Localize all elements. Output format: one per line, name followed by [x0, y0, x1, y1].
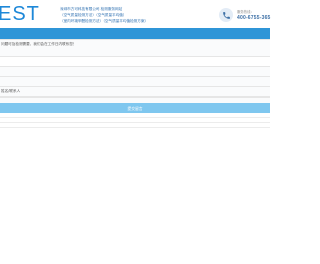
- company-text: 姓名/联系人: [1, 89, 21, 93]
- phone-icon-glyph: [222, 11, 230, 19]
- form-divider: [0, 127, 270, 128]
- nav-bar: [0, 28, 270, 39]
- phone-icon: [219, 8, 233, 22]
- submit-button[interactable]: 提交留言: [0, 103, 270, 113]
- form-divider: [0, 122, 270, 123]
- message-text: 问题可及检测需要，我们会在工作日内联系您！: [1, 42, 77, 46]
- company-field[interactable]: 姓名/联系人: [0, 86, 270, 97]
- header-note: （室内环境甲醛检测方法）（空气质量平均值检测方案）: [60, 19, 149, 23]
- message-textarea[interactable]: 问题可及检测需要，我们会在工作日内联系您！: [0, 39, 270, 57]
- site-logo[interactable]: EST: [0, 2, 40, 26]
- hotline-caption: 服务热线：: [237, 10, 254, 14]
- hotline-number[interactable]: 400-6755-365: [237, 15, 271, 21]
- form-divider: [0, 117, 270, 118]
- header-notes: 深圳市方可科技有限公司 检测服务网站 （空气质量检测方法）（空气质量平均值） （…: [60, 6, 170, 24]
